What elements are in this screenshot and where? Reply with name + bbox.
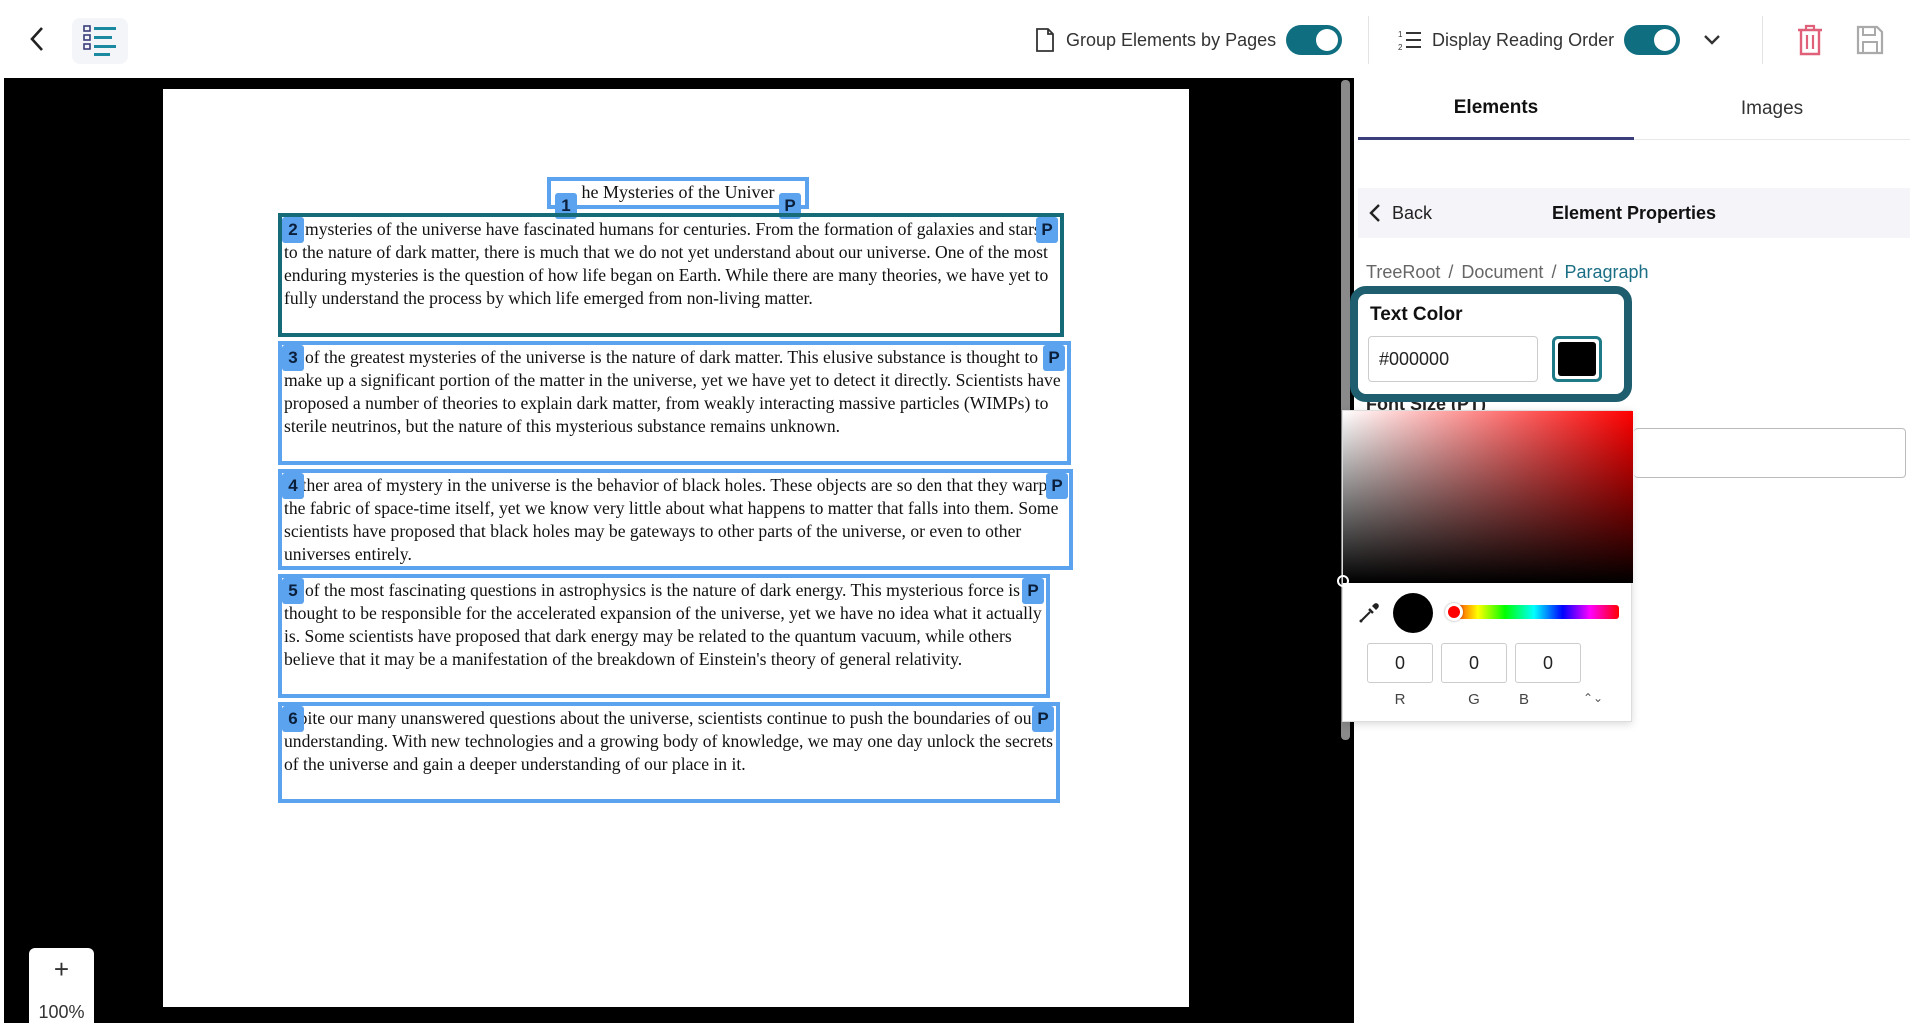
save-icon xyxy=(1856,25,1884,55)
document-page: he Mysteries of the Univer 1 P ne myster… xyxy=(163,89,1189,1007)
reading-order-control: 1 2 Display Reading Order xyxy=(1398,22,1681,58)
chevron-left-icon xyxy=(30,27,43,51)
hue-slider[interactable] xyxy=(1445,603,1619,621)
red-label: R xyxy=(1394,691,1406,708)
tab-elements[interactable]: Elements xyxy=(1358,78,1634,140)
blue-input[interactable]: 0 xyxy=(1515,643,1581,683)
eyedropper-icon xyxy=(1359,603,1379,623)
text-color-label: Text Color xyxy=(1370,304,1463,325)
group-by-pages-label: Group Elements by Pages xyxy=(1066,29,1277,50)
group-by-pages-control: Group Elements by Pages xyxy=(1034,22,1343,58)
top-toolbar: Group Elements by Pages 1 2 Display Read… xyxy=(0,0,1920,78)
breadcrumb-separator: / xyxy=(1448,262,1454,282)
element-type-badge: P xyxy=(1032,706,1054,732)
group-by-pages-toggle[interactable] xyxy=(1286,25,1343,55)
zoom-in-button[interactable]: + xyxy=(54,956,69,982)
text-color-field: Text Color #000000 xyxy=(1350,286,1632,402)
block-text: he Mysteries of the Univer xyxy=(581,182,775,202)
color-picker: 0 0 0 R G B ⌃⌄ xyxy=(1337,410,1633,722)
reading-order-badge: 5 xyxy=(282,578,304,604)
toolbar-divider xyxy=(1368,16,1369,64)
panel-tabs: Elements Images xyxy=(1358,78,1910,140)
page-icon xyxy=(1036,28,1054,52)
element-block-title[interactable]: he Mysteries of the Univer xyxy=(547,177,809,209)
element-block-paragraph[interactable]: ne of the most fascinating questions in … xyxy=(278,574,1050,698)
element-type-badge: P xyxy=(1046,473,1068,499)
options-dropdown-button[interactable] xyxy=(1692,20,1732,60)
display-reading-order-label: Display Reading Order xyxy=(1432,29,1615,50)
list-structure-icon xyxy=(83,25,116,56)
block-text: ne of the greatest mysteries of the univ… xyxy=(284,347,1061,436)
saturation-area[interactable] xyxy=(1337,411,1633,587)
element-block-paragraph[interactable]: ne of the greatest mysteries of the univ… xyxy=(278,341,1071,465)
block-text: ne mysteries of the universe have fascin… xyxy=(284,219,1049,308)
reading-order-badge: 4 xyxy=(282,473,304,499)
block-text: espite our many unanswered questions abo… xyxy=(284,708,1053,774)
tab-images[interactable]: Images xyxy=(1634,78,1910,140)
reading-order-badge: 3 xyxy=(282,345,304,371)
eyedropper-button[interactable] xyxy=(1357,601,1381,625)
blue-label: B xyxy=(1518,691,1529,708)
text-color-hex-input[interactable]: #000000 xyxy=(1368,336,1538,382)
properties-back-button[interactable]: Back xyxy=(1368,203,1432,224)
color-mode-toggle[interactable]: ⌃⌄ xyxy=(1583,691,1603,705)
reading-order-badge: 6 xyxy=(282,706,304,732)
green-input[interactable]: 0 xyxy=(1441,643,1507,683)
element-block-paragraph[interactable]: ne mysteries of the universe have fascin… xyxy=(278,213,1064,337)
font-size-input[interactable] xyxy=(1634,428,1906,478)
delete-button[interactable] xyxy=(1790,20,1830,60)
saturation-cursor[interactable] xyxy=(1337,575,1349,587)
hue-slider-thumb[interactable] xyxy=(1445,603,1463,621)
svg-text:1: 1 xyxy=(1398,30,1403,39)
svg-text:2: 2 xyxy=(1398,43,1403,52)
chevron-down-icon xyxy=(1704,35,1720,45)
back-button[interactable] xyxy=(22,24,52,54)
element-type-badge: P xyxy=(1036,217,1058,243)
red-input[interactable]: 0 xyxy=(1367,643,1433,683)
numbered-list-icon: 1 2 xyxy=(1398,30,1421,52)
breadcrumb-paragraph: Paragraph xyxy=(1564,262,1649,282)
properties-title: Element Properties xyxy=(1551,202,1717,223)
element-block-paragraph[interactable]: nother area of mystery in the universe i… xyxy=(278,469,1073,570)
breadcrumb-treeroot[interactable]: TreeRoot xyxy=(1366,262,1440,283)
text-color-swatch[interactable] xyxy=(1552,336,1602,382)
app-logo[interactable] xyxy=(72,18,128,64)
element-type-badge: P xyxy=(1022,578,1044,604)
back-label: Back xyxy=(1392,202,1433,223)
element-block-paragraph[interactable]: espite our many unanswered questions abo… xyxy=(278,702,1060,803)
display-reading-order-toggle[interactable] xyxy=(1624,25,1681,55)
breadcrumb-document[interactable]: Document xyxy=(1461,262,1543,283)
element-properties-header: Back Element Properties xyxy=(1358,188,1910,238)
zoom-level: 100% xyxy=(38,1001,85,1022)
breadcrumb-separator: / xyxy=(1551,262,1557,282)
save-button[interactable] xyxy=(1850,20,1890,60)
block-text: ne of the most fascinating questions in … xyxy=(284,580,1042,669)
breadcrumb: TreeRoot / Document / Paragraph xyxy=(1366,262,1657,283)
trash-icon xyxy=(1798,24,1822,56)
chevron-left-icon xyxy=(1369,204,1380,222)
element-type-badge: P xyxy=(1043,345,1065,371)
reading-order-badge: 2 xyxy=(282,217,304,243)
zoom-controls: + 100% − xyxy=(29,948,94,1023)
color-preview xyxy=(1393,593,1433,633)
block-text: nother area of mystery in the universe i… xyxy=(284,475,1059,564)
document-canvas[interactable]: he Mysteries of the Univer 1 P ne myster… xyxy=(4,78,1354,1023)
toolbar-divider xyxy=(1762,16,1763,64)
